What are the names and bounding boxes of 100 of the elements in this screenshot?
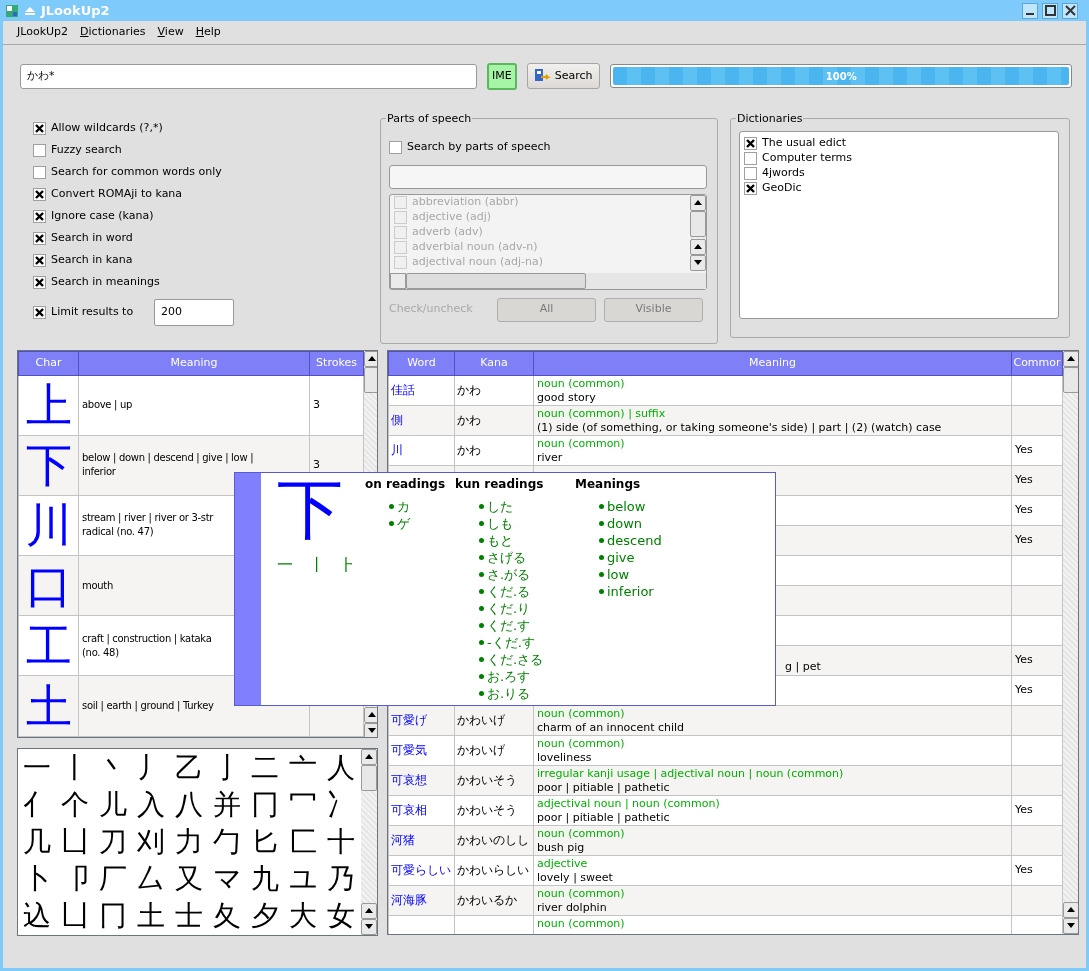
radical[interactable]: 乃: [322, 859, 360, 897]
word-cell[interactable]: 可愛らしい: [388, 855, 455, 885]
radical[interactable]: 入: [132, 785, 170, 823]
radical[interactable]: 乙: [170, 748, 208, 786]
scroll-up-button[interactable]: [361, 902, 377, 919]
list-item[interactable]: GeoDic: [762, 179, 802, 197]
stroke-part[interactable]: ⺊: [341, 553, 357, 577]
radical[interactable]: 力: [170, 822, 208, 860]
radical[interactable]: 士: [170, 896, 208, 934]
radical[interactable]: 卜: [18, 859, 56, 897]
radical[interactable]: 亅: [208, 748, 246, 786]
scroll-up-button[interactable]: [1063, 350, 1078, 367]
radical[interactable]: 夂: [208, 896, 246, 934]
radical[interactable]: 匕: [246, 822, 284, 860]
limit-field[interactable]: 200: [154, 299, 234, 326]
scroll-thumb[interactable]: [361, 764, 377, 791]
scroll-up-button[interactable]: [1063, 901, 1078, 918]
radical[interactable]: 儿: [94, 785, 132, 823]
scroll-down-button[interactable]: [361, 918, 377, 935]
checkbox[interactable]: [33, 122, 46, 135]
radical[interactable]: 一: [18, 748, 56, 786]
search-button[interactable]: Search: [526, 63, 601, 90]
checkbox[interactable]: [33, 232, 46, 245]
radical[interactable]: 厶: [132, 859, 170, 897]
radical[interactable]: 个: [56, 785, 94, 823]
scroll-thumb[interactable]: [1063, 366, 1078, 393]
menu-item[interactable]: View: [151, 24, 190, 41]
ime-button[interactable]: IME: [487, 63, 517, 90]
radical[interactable]: ユ: [284, 859, 322, 897]
word-cell[interactable]: 可哀想: [388, 765, 455, 795]
checkbox[interactable]: [33, 306, 46, 319]
checkbox[interactable]: [33, 210, 46, 223]
word-cell[interactable]: 佳話: [388, 375, 455, 405]
word-cell[interactable]: 河猪: [388, 825, 455, 855]
kanji-cell[interactable]: 上: [18, 375, 79, 436]
radical[interactable]: 女: [322, 896, 360, 934]
list-item[interactable]: 4jwords: [762, 164, 805, 182]
radical[interactable]: 匚: [284, 822, 322, 860]
radical[interactable]: 亠: [284, 748, 322, 786]
radical[interactable]: 人: [322, 748, 360, 786]
close-button[interactable]: [1062, 2, 1078, 19]
radical[interactable]: 勹: [208, 822, 246, 860]
radical[interactable]: 丨: [56, 748, 94, 786]
radical[interactable]: 冖: [284, 785, 322, 823]
scroll-up-button[interactable]: [364, 706, 377, 723]
radical[interactable]: 十: [322, 822, 360, 860]
checkbox[interactable]: [744, 151, 757, 165]
radical[interactable]: 二: [246, 748, 284, 786]
radical[interactable]: 刀: [94, 822, 132, 860]
checkbox[interactable]: [33, 188, 46, 201]
word-cell[interactable]: 可哀相: [388, 795, 455, 825]
search-field[interactable]: かわ*: [20, 63, 477, 89]
radical[interactable]: 土: [132, 896, 170, 934]
radical[interactable]: 几: [18, 822, 56, 860]
word-cell[interactable]: 可愛気: [388, 735, 455, 765]
stroke-part[interactable]: 一: [277, 553, 293, 577]
kanji-cell[interactable]: 口: [18, 555, 79, 616]
checkbox[interactable]: [744, 166, 757, 180]
scroll-up-button[interactable]: [361, 748, 377, 765]
radical[interactable]: マ: [208, 859, 246, 897]
word-cell[interactable]: 可愛げ: [388, 705, 455, 735]
radical[interactable]: 大: [284, 896, 322, 934]
radical[interactable]: 丿: [132, 748, 170, 786]
scrollbar[interactable]: [1063, 350, 1078, 934]
radical[interactable]: 凵: [56, 896, 94, 934]
scroll-down-button[interactable]: [1063, 917, 1078, 934]
word-cell[interactable]: 側: [388, 405, 455, 435]
list-item[interactable]: Computer terms: [762, 149, 853, 167]
list-item[interactable]: The usual edict: [762, 134, 847, 152]
kanji-cell[interactable]: 川: [18, 495, 79, 556]
radical[interactable]: 凵: [56, 822, 94, 860]
radical[interactable]: 冫: [322, 785, 360, 823]
radical[interactable]: 丶: [94, 748, 132, 786]
word-cell[interactable]: 河海豚: [388, 885, 455, 915]
word-cell[interactable]: 川: [388, 435, 455, 465]
scroll-up-button[interactable]: [364, 350, 377, 367]
radical[interactable]: 亻: [18, 785, 56, 823]
scroll-thumb[interactable]: [364, 366, 377, 393]
checkbox[interactable]: [33, 144, 46, 157]
menu-item[interactable]: Dictionaries: [74, 24, 152, 41]
checkbox[interactable]: [33, 254, 46, 267]
kanji-cell[interactable]: 工: [18, 615, 79, 676]
radical[interactable]: 冂: [246, 785, 284, 823]
scrollbar[interactable]: [361, 748, 377, 935]
checkbox[interactable]: [33, 276, 46, 289]
radical[interactable]: 卩: [56, 859, 94, 897]
radical[interactable]: 厂: [94, 859, 132, 897]
checkbox[interactable]: [744, 136, 757, 150]
kanji-cell[interactable]: 下: [18, 435, 79, 496]
checkbox[interactable]: [744, 181, 757, 195]
radical[interactable]: 冂: [94, 896, 132, 934]
radical[interactable]: 九: [246, 859, 284, 897]
radical[interactable]: 并: [208, 785, 246, 823]
radical[interactable]: 八: [170, 785, 208, 823]
radical[interactable]: 込: [18, 896, 56, 934]
radical[interactable]: 刈: [132, 822, 170, 860]
radical[interactable]: 又: [170, 859, 208, 897]
filter-field[interactable]: [389, 164, 707, 189]
minimize-button[interactable]: [1022, 2, 1038, 19]
menu-item[interactable]: Help: [189, 24, 227, 41]
